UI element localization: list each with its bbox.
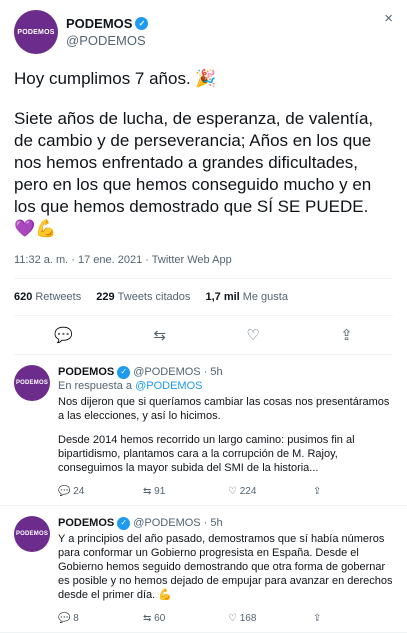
- reply-header: PODEMOS ✓ @PODEMOS · 5h: [58, 365, 398, 379]
- tweet-line-2: Siete años de lucha, de esperanza, de va…: [14, 108, 393, 240]
- like-action[interactable]: ♡ 224: [228, 485, 313, 499]
- reply-count: 8: [73, 613, 79, 624]
- like-action[interactable]: ♡ 168: [228, 612, 313, 626]
- author-names: PODEMOS ✓ @PODEMOS: [66, 15, 149, 49]
- user-handle[interactable]: @PODEMOS: [133, 516, 200, 530]
- like-icon: ♡: [228, 613, 237, 624]
- display-name-text[interactable]: PODEMOS: [66, 15, 132, 32]
- like-icon: ♡: [228, 486, 237, 497]
- likes-label: Me gusta: [242, 291, 288, 303]
- reply-icon: 💬: [58, 613, 71, 624]
- user-handle[interactable]: @PODEMOS: [133, 365, 200, 379]
- in-reply-label: En respuesta a: [58, 380, 132, 392]
- tweet-line-1: Hoy cumplimos 7 años. 🎉: [14, 68, 393, 90]
- reply-text: Y a principios del año pasado, demostram…: [58, 532, 398, 602]
- verified-icon: ✓: [135, 17, 149, 30]
- tweet-stats: 620 Retweets 229 Tweets citados 1,7 mil Me …: [14, 279, 393, 316]
- timestamp[interactable]: · 5h: [204, 516, 223, 530]
- share-icon[interactable]: ⇪: [313, 612, 398, 626]
- quotes-count: 229: [96, 291, 115, 303]
- retweet-icon: ⇆: [143, 613, 152, 624]
- reply-actions: 💬 8 ⇆ 60 ♡ 168 ⇪: [58, 612, 398, 626]
- reply-action[interactable]: 💬 8: [58, 612, 143, 626]
- like-count: 168: [239, 613, 257, 624]
- verified-icon: ✓: [117, 516, 131, 530]
- retweet-icon: ⇆: [143, 486, 152, 497]
- display-name[interactable]: PODEMOS ✓: [66, 15, 149, 32]
- reply-body: PODEMOS ✓ @PODEMOS · 5h En respuesta a @…: [58, 365, 398, 499]
- reply-paragraph-text: Y a principios del año pasado, demostram…: [58, 533, 393, 601]
- tweet-meta[interactable]: 11:32 a. m. · 17 ene. 2021 · Twitter Web…: [14, 254, 393, 279]
- share-icon[interactable]: ⇪: [340, 326, 353, 344]
- retweets-stat[interactable]: 620 Retweets: [14, 291, 81, 303]
- quotes-label: Tweets citados: [117, 291, 191, 303]
- verified-icon: ✓: [117, 365, 131, 379]
- main-tweet: PODEMOS PODEMOS ✓ @PODEMOS × Hoy cumplim…: [0, 0, 407, 355]
- retweet-count: 60: [154, 613, 166, 624]
- avatar[interactable]: PODEMOS: [14, 516, 50, 552]
- reply-paragraph: Nos dijeron que si queríamos cambiar las…: [58, 396, 390, 422]
- reply-text: Nos dijeron que si queríamos cambiar las…: [58, 395, 398, 475]
- reply-icon[interactable]: 💬: [54, 326, 73, 344]
- display-name[interactable]: PODEMOS: [58, 365, 114, 379]
- like-count: 224: [239, 486, 257, 497]
- user-handle[interactable]: @PODEMOS: [66, 32, 148, 49]
- retweet-action[interactable]: ⇆ 60: [143, 612, 228, 626]
- share-icon[interactable]: ⇪: [313, 485, 398, 499]
- display-name[interactable]: PODEMOS: [58, 516, 114, 530]
- retweets-count: 620: [14, 291, 33, 303]
- quotes-stat[interactable]: 229 Tweets citados: [96, 291, 190, 303]
- reply-icon: 💬: [58, 486, 71, 497]
- tweet-text: Hoy cumplimos 7 años. 🎉 Siete años de lu…: [14, 68, 393, 240]
- tweet-line-1-text: Hoy cumplimos 7 años.: [14, 69, 191, 88]
- tweet-header: PODEMOS PODEMOS ✓ @PODEMOS: [14, 10, 393, 54]
- party-popper-icon: 🎉: [195, 69, 217, 88]
- tweet-line-2-text: Siete años de lucha, de esperanza, de va…: [14, 109, 374, 216]
- reply-actions: 💬 24 ⇆ 91 ♡ 224 ⇪: [58, 485, 398, 499]
- likes-count: 1,7 mil: [205, 291, 240, 303]
- close-icon[interactable]: ×: [384, 10, 393, 27]
- reply-body: PODEMOS ✓ @PODEMOS · 5h Y a principios d…: [58, 516, 398, 626]
- timestamp[interactable]: · 5h: [204, 365, 223, 379]
- retweet-icon[interactable]: ⇆: [153, 326, 166, 344]
- flexed-biceps-icon: 💪: [158, 589, 172, 601]
- likes-stat[interactable]: 1,7 mil Me gusta: [205, 291, 288, 303]
- reply-tweet-2[interactable]: PODEMOS PODEMOS ✓ @PODEMOS · 5h Y a prin…: [0, 506, 407, 633]
- reply-action[interactable]: 💬 24: [58, 485, 143, 499]
- in-reply-to: En respuesta a @PODEMOS: [58, 379, 398, 393]
- avatar[interactable]: PODEMOS: [14, 10, 58, 54]
- retweet-action[interactable]: ⇆ 91: [143, 485, 228, 499]
- reply-header: PODEMOS ✓ @PODEMOS · 5h: [58, 516, 398, 530]
- tweet-actions: 💬 ⇆ ♡ ⇪: [14, 316, 393, 355]
- reply-paragraph: Desde 2014 hemos recorrido un largo cami…: [58, 434, 355, 474]
- in-reply-handle-link[interactable]: @PODEMOS: [135, 380, 202, 392]
- retweet-count: 91: [154, 486, 166, 497]
- retweets-label: Retweets: [35, 291, 82, 303]
- like-icon[interactable]: ♡: [246, 326, 259, 344]
- heart-flex-icon: 💜💪: [14, 219, 57, 238]
- avatar[interactable]: PODEMOS: [14, 365, 50, 401]
- reply-count: 24: [73, 486, 85, 497]
- reply-paragraph: Y a principios del año pasado, demostram…: [58, 532, 398, 602]
- reply-tweet-1[interactable]: PODEMOS PODEMOS ✓ @PODEMOS · 5h En respu…: [0, 355, 407, 506]
